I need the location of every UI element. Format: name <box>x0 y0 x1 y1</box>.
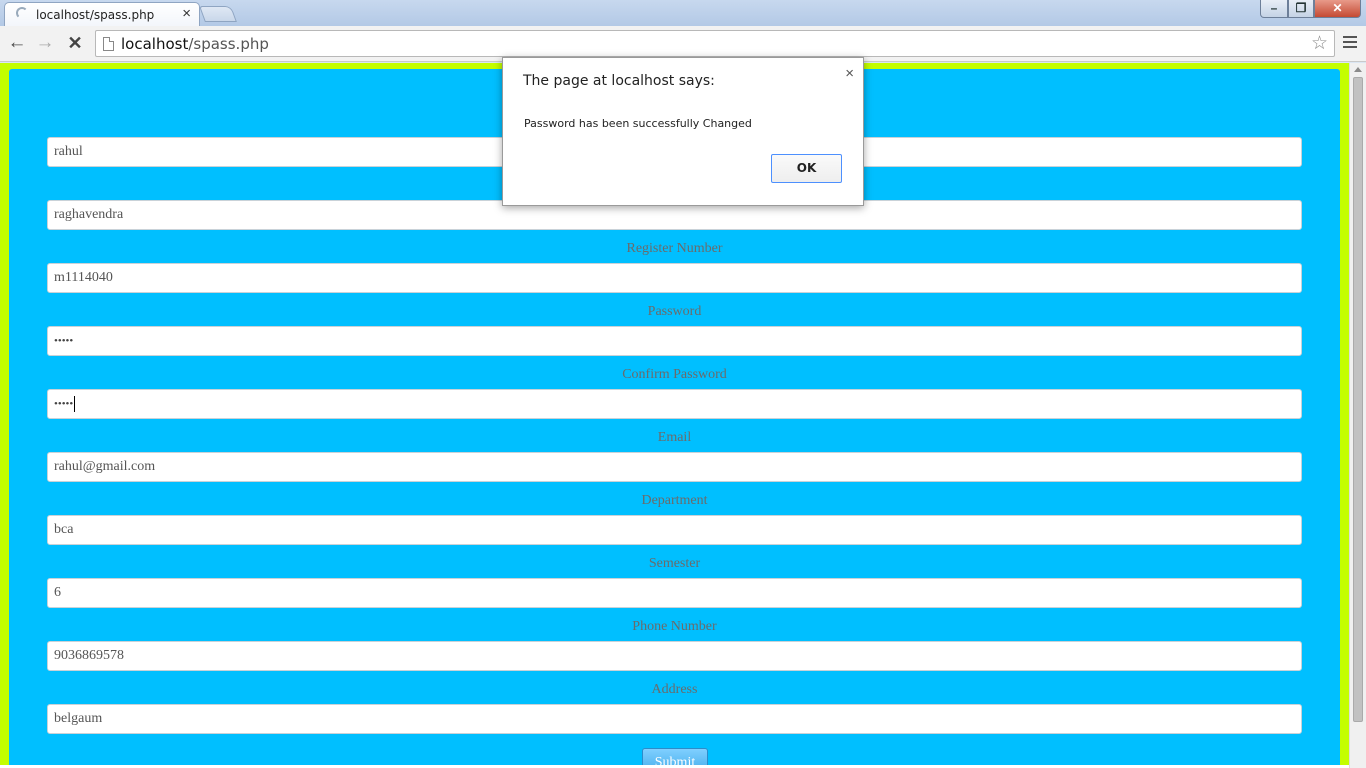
alert-dialog: The page at localhost says: × Password h… <box>502 57 864 206</box>
confirm-password-value: ••••• <box>54 398 74 410</box>
vertical-scrollbar[interactable] <box>1349 63 1366 768</box>
phone-number-label: Phone Number <box>632 619 717 634</box>
department-label: Department <box>641 493 708 508</box>
register-number-input[interactable]: m1114040 <box>47 263 1302 293</box>
stop-icon[interactable]: ✕ <box>63 32 87 54</box>
address-input[interactable]: belgaum <box>47 704 1302 734</box>
minimize-button[interactable]: – <box>1260 0 1288 18</box>
scroll-up-arrow-icon[interactable] <box>1354 67 1362 72</box>
menu-icon[interactable] <box>1340 33 1360 53</box>
window-titlebar: localhost/spass.php × – ❐ ✕ <box>0 0 1366 26</box>
confirm-password-label: Confirm Password <box>622 367 727 382</box>
alert-message: Password has been successfully Changed <box>524 117 752 130</box>
alert-close-icon[interactable]: × <box>845 65 854 82</box>
department-input[interactable]: bca <box>47 515 1302 545</box>
email-input[interactable]: rahul@gmail.com <box>47 452 1302 482</box>
register-number-label: Register Number <box>626 241 723 256</box>
password-input[interactable]: ••••• <box>47 326 1302 356</box>
phone-number-input[interactable]: 9036869578 <box>47 641 1302 671</box>
page-icon <box>103 37 114 51</box>
close-icon: ✕ <box>1332 1 1343 15</box>
restore-icon: ❐ <box>1295 1 1307 15</box>
address-label: Address <box>651 682 698 697</box>
maximize-button[interactable]: ❐ <box>1288 0 1314 18</box>
forward-arrow-icon[interactable]: → <box>33 32 57 54</box>
loading-spinner-icon <box>16 7 28 19</box>
address-bar[interactable]: localhost/spass.php ☆ <box>95 30 1335 57</box>
password-label: Password <box>647 304 702 319</box>
alert-title: The page at localhost says: <box>523 73 715 89</box>
tab-close-icon[interactable]: × <box>182 5 191 22</box>
window-close-button[interactable]: ✕ <box>1314 0 1361 18</box>
ok-button[interactable]: OK <box>771 154 842 183</box>
confirm-password-input[interactable]: ••••• <box>47 389 1302 419</box>
semester-input[interactable]: 6 <box>47 578 1302 608</box>
semester-label: Semester <box>648 556 701 571</box>
url-path: /spass.php <box>188 35 269 53</box>
tab-title: localhost/spass.php <box>36 8 155 22</box>
text-caret <box>74 396 76 413</box>
email-label: Email <box>657 430 692 445</box>
bookmark-star-icon[interactable]: ☆ <box>1311 32 1328 55</box>
url-text: localhost/spass.php <box>121 35 269 53</box>
minimize-icon: – <box>1270 1 1278 15</box>
back-arrow-icon[interactable]: ← <box>5 32 29 54</box>
scrollbar-thumb[interactable] <box>1353 77 1363 722</box>
url-host: localhost <box>121 35 189 53</box>
new-tab-button[interactable] <box>199 6 237 22</box>
browser-tab[interactable]: localhost/spass.php × <box>4 2 200 26</box>
